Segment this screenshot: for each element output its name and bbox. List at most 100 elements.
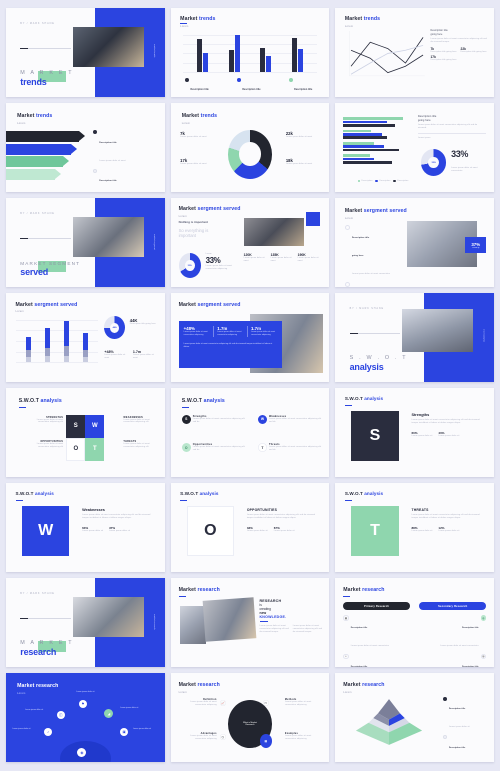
chart-legend: Description titleLorem ipsum dolor sit D… [184,77,316,97]
slide-thumbnail-research-quote[interactable]: Market research RESEARCH is creating new… [170,578,330,667]
detail-body: Lorem ipsum dolor sit amet consectetur a… [246,513,315,519]
slide-thumbnail-market-trends-cover[interactable]: BY / MARK SHANE M A R K E T trends marke… [6,8,165,97]
list-item: Description titleLorem ipsum dolor sit a… [93,130,156,166]
swot-label-threats: THREATS Lorem ipsum dolor sit amet consec… [123,439,150,448]
slide-thumbnail-segment-stats[interactable]: Market sergment served Lorem Nothing is … [170,198,330,287]
stat-block: 17k Description title going here [430,55,457,62]
side-body: Lorem ipsum dolor sit amet consectetur a… [417,124,478,130]
stat-block: 63% Lorem ipsum dolor sit [82,525,104,532]
slide-thumbnail-hbar-percent[interactable]: Description Description Description Desc… [335,103,494,192]
detail-heading: OPPORTUNITIES [246,507,278,512]
cover-photo [72,596,145,637]
slide-thumbnail-research-radial[interactable]: Market research Lorem ◈ ⚑ ◫ ◢ ♪ ▣ Lorem … [6,673,165,762]
stat-block: 60% Lorem ipsum dolor sit [411,430,433,437]
slide-thumbnail-segment-list[interactable]: Market sergment served Lorem Description… [335,198,494,287]
slide-title: Market sergment served [178,301,241,308]
legend-swatch-icon [357,179,360,183]
slide-thumbnail-research-pyramid[interactable]: Market research Lorem Description title L… [335,673,494,762]
cover-kicker: BY / MARK SHANE [20,212,55,216]
swot-cell-o[interactable]: O [66,437,86,461]
slide-thumbnail-swot-grid[interactable]: S.W.O.T analysis S W O T STRENGTHS Lorem … [6,388,165,477]
slide-photo [243,217,304,247]
slide-title: S.W.O.T analysis [180,491,219,496]
side-heading: Description title going here [430,29,448,36]
swot-item-opportunities[interactable]: O Opportunities Lorem ipsum dolor sit ame… [181,443,245,453]
legend-item: Description titleLorem ipsum dolor sit [288,77,316,97]
stat-block: 22k Lorem ipsum dolor sit amet [285,131,313,139]
cover-title-top: S . W . O . T [349,354,408,361]
swot-item-weaknesses[interactable]: W Weaknesses Lorem ipsum dolor sit amet c… [257,414,321,424]
title-rule [180,23,188,25]
slide-thumbnail-stacked-bar[interactable]: Market sergment served Lorem 44% 44K Des… [6,293,165,382]
slide-thumbnail-swot-strengths[interactable]: S.W.O.T analysis S Strengths Lorem ipsum… [335,388,494,477]
slide-title: Market trends [17,112,53,119]
quadrant-definition: Definition Lorem ipsum dolor sit amet con… [190,697,217,706]
swot-badge-s: S [181,414,191,424]
monitor-icon: ▭ [262,699,269,706]
stat-block: 33% Lorem ipsum dolor sit [246,525,268,532]
list-item: ◍ Description title Lorem ipsum dolor sit … [440,615,487,648]
side-body: Lorem ipsum dolor sit amet consectetur a… [430,37,487,43]
swot-badge-t: T [257,443,267,453]
slide-thumbnail-research-circle[interactable]: Market research Lorem What is Market Res… [170,673,330,762]
swot-letter-block: T [351,506,399,556]
cover-side-text: market trends [153,43,156,57]
swot-cell-t[interactable]: T [85,437,105,461]
node-label: Lorem ipsum dolor sit [132,728,152,731]
slide-photo [202,597,257,643]
slide-subtitle: Lorem [178,214,187,218]
slide-thumbnail-swot-weaknesses[interactable]: S.W.O.T analysis W Weaknesses Lorem ipsu… [6,483,165,572]
stat-block: 12% Lorem ipsum dolor sit [438,525,460,532]
swot-cell-w[interactable]: W [85,414,105,438]
percent-block: Lorem 33% Lorem ipsum dolor sit amet con… [206,253,238,271]
legend-swatch-icon [375,179,378,183]
slide-thumbnail-swot-threats[interactable]: S.W.O.T analysis T THREATS Lorem ipsum d… [335,483,494,572]
stat-block: 37% Lorem ipsum dolor sit [109,525,130,532]
secondary-research-pill[interactable]: Secondary Research [419,602,487,611]
stat-block: 190K Lorem ipsum dolor sit amet [297,253,319,263]
list-item: ◎Description titleLorem ipsum dolor sit … [462,653,487,667]
stat-block: +48% Lorem ipsum dolor sit amet consectet… [183,326,208,337]
stat-block: 67% Lorem ipsum dolor sit [273,525,295,532]
swot-item-threats[interactable]: T Threats Lorem ipsum dolor sit amet cons… [257,443,321,453]
bullet-icon [443,734,448,739]
percent-footer: Lorem ipsum dolor sit amet consectetur [451,167,478,172]
quadrant-advantages: Advantages Lorem ipsum dolor sit amet con… [190,731,217,740]
slide-thumbnail-blue-stat-card[interactable]: Market sergment served +48% Lorem ipsum d… [170,293,330,382]
list-item: Description titleLorem ipsum dolor sit [443,734,487,762]
swot-quadrants: S W O T [66,414,105,461]
quote-line-2: So everything is important [178,228,209,239]
slide-thumbnail-research-compare[interactable]: Market research Primary Research Seconda… [335,578,494,667]
swot-item-strengths[interactable]: S Strengths Lorem ipsum dolor sit amet co… [181,414,245,424]
feature-list: Description title going here Lorem ipsum … [344,224,402,287]
slide-thumbnail-market-segment-cover[interactable]: BY / MARK SHANE MARKET SEGMENT served ma… [6,198,165,287]
legend-item: Description titleLorem ipsum dolor sit [236,77,264,97]
primary-list: ▤ Description title Lorem ipsum dolor sit … [343,615,410,667]
detail-body: Lorem ipsum dolor sit amet consectetur a… [411,418,480,424]
slide-thumbnail-market-trends-bar[interactable]: Market trends Lorem Description titleLor… [170,8,330,97]
slide-thumbnail-market-research-cover[interactable]: BY / MARK SHANE M A R K E T research mar… [6,578,165,667]
slide-thumbnail-swot-cover[interactable]: BY / MARK SHANE S . W . O . T analysis s… [335,293,494,382]
slide-thumbnail-swot-circles[interactable]: S.W.O.T analysis S Strengths Lorem ipsum … [170,388,330,477]
globe-icon: ◍ [480,615,487,621]
swot-cell-s[interactable]: S [66,414,86,438]
slide-thumbnail-swot-opportunities[interactable]: S.W.O.T analysis O OPPORTUNITIES Lorem i… [170,483,330,572]
legend-swatch-icon [393,179,396,183]
stat-block: 18k Lorem ipsum dolor sit amet [285,158,313,166]
detail-panel: Strengths Lorem ipsum dolor sit amet con… [411,413,482,438]
percent-value: 33% [451,149,468,160]
slide-thumbnail-market-trends-donut[interactable]: Market trends Lorem 7k Lorem ipsum dolor… [170,103,330,192]
stat-block: 17k Lorem ipsum dolor sit amet [180,158,207,166]
donut-center-label: 44% [112,326,117,329]
donut-center-label: 33% [187,264,192,267]
legend-list: Description title Lorem ipsum dolor sit a… [93,130,156,192]
slide-thumbnail-market-trends-arrows[interactable]: Market trends Lorem Description title Lor… [6,103,165,192]
cover-title-top: M A R K E T [20,639,74,646]
slide-thumbnail-market-trends-line[interactable]: Market trends Lorem Description title go… [335,8,494,97]
slide-title: Market research [343,586,385,593]
primary-research-pill[interactable]: Primary Research [343,602,410,611]
slide-title: Market sergment served [15,301,78,308]
side-panel: Description title going here Lorem ipsum… [431,29,488,62]
side-panel: Description title going here Lorem ipsum… [417,115,487,140]
chart-icon: 📈 [219,699,226,706]
